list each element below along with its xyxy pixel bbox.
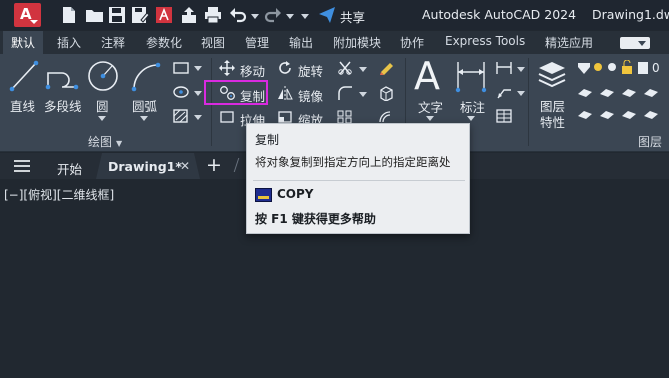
array-icon[interactable]	[337, 110, 353, 124]
layer-state-icons[interactable]	[576, 60, 658, 76]
hatch-dropdown-icon[interactable]	[194, 91, 202, 96]
open-icon[interactable]	[85, 6, 105, 24]
leader-icon[interactable]	[495, 84, 513, 100]
mirror-label[interactable]: 镜像	[298, 86, 323, 105]
tab-default[interactable]: 默认	[3, 31, 44, 54]
offset-icon[interactable]	[378, 110, 396, 124]
redo-icon[interactable]	[264, 6, 282, 24]
fillet-dropdown-icon[interactable]	[359, 92, 367, 97]
tab-output[interactable]: 输出	[289, 34, 313, 51]
table-icon[interactable]	[495, 108, 513, 124]
tab-addins[interactable]: 附加模块	[333, 34, 381, 51]
viewport-controls[interactable]: [−][俯视][二维线框]	[4, 186, 114, 203]
tab-view[interactable]: 视图	[201, 34, 225, 51]
fillet-icon[interactable]	[337, 85, 353, 101]
customize-toolbar-icon[interactable]	[301, 14, 309, 19]
layers-panel-title[interactable]: 图层	[638, 133, 662, 150]
panel-divider	[528, 58, 529, 146]
tooltip-help: 按 F1 键获得更多帮助	[255, 212, 376, 226]
tooltip-command: COPY	[277, 187, 314, 201]
tab-collaborate[interactable]: 协作	[400, 34, 424, 51]
tab-parametric[interactable]: 参数化	[146, 34, 182, 51]
ribbon-options-icon	[638, 41, 646, 46]
dimension-icon[interactable]	[454, 58, 488, 94]
line-label[interactable]: 直线	[10, 96, 35, 115]
new-icon[interactable]	[60, 6, 78, 24]
open-web-icon[interactable]	[155, 6, 173, 24]
dimension-label[interactable]: 标注	[460, 97, 485, 116]
layer-tools-row-1[interactable]	[576, 86, 668, 100]
save-as-icon[interactable]	[131, 6, 149, 24]
rectangle-dropdown-icon[interactable]	[194, 66, 202, 71]
redo-dropdown-icon[interactable]	[286, 14, 294, 19]
polyline-label[interactable]: 多段线	[44, 96, 82, 115]
arc-dropdown-icon[interactable]	[140, 116, 148, 121]
text-label[interactable]: 文字	[418, 97, 443, 116]
erase-icon[interactable]	[378, 60, 396, 76]
move-label[interactable]: 移动	[240, 61, 265, 80]
polyline-icon[interactable]	[44, 59, 84, 93]
tooltip-title: 复制	[255, 133, 280, 147]
scale-icon[interactable]	[277, 110, 293, 124]
draw-panel-title[interactable]: 绘图 ▼	[88, 133, 122, 150]
upload-icon[interactable]	[180, 6, 198, 24]
close-tab-icon[interactable]: ✕	[180, 159, 190, 173]
layer-properties-label-2[interactable]: 特性	[540, 112, 565, 131]
share-button[interactable]: 共享	[340, 7, 365, 26]
start-tab[interactable]: 开始	[57, 159, 82, 178]
linear-dim-icon[interactable]	[495, 60, 513, 76]
arc-label[interactable]: 圆弧	[132, 96, 157, 115]
circle-icon[interactable]	[85, 58, 121, 94]
hamburger-menu-icon[interactable]	[13, 158, 31, 174]
tab-featured-apps[interactable]: 精选应用	[545, 34, 593, 51]
new-tab-button[interactable]: +	[206, 154, 222, 176]
explode-icon[interactable]	[378, 85, 396, 101]
tab-insert[interactable]: 插入	[57, 34, 81, 51]
circle-dropdown-icon[interactable]	[98, 116, 106, 121]
gradient-dropdown-icon[interactable]	[194, 115, 202, 120]
tooltip-description: 将对象复制到指定方向上的指定距离处	[255, 155, 451, 169]
current-layer-value[interactable]: 0	[652, 61, 660, 75]
app-menu-button[interactable]: A	[14, 3, 41, 27]
layer-tools-row-2[interactable]	[576, 108, 668, 122]
move-icon[interactable]	[219, 60, 235, 76]
rectangle-icon[interactable]	[172, 60, 190, 76]
text-icon[interactable]: A	[414, 54, 440, 98]
undo-dropdown-icon[interactable]	[251, 14, 259, 19]
window-title: Autodesk AutoCAD 2024 Drawing1.dwg	[422, 7, 669, 22]
undo-icon[interactable]	[229, 6, 247, 24]
mirror-icon[interactable]	[277, 85, 293, 101]
circle-label[interactable]: 圆	[96, 96, 109, 115]
plot-icon[interactable]	[204, 6, 222, 24]
drawing-tab-label: Drawing1*	[108, 159, 182, 174]
line-icon[interactable]	[8, 59, 40, 93]
tooltip-divider	[253, 180, 465, 181]
tab-express-tools[interactable]: Express Tools	[445, 34, 525, 48]
copy-tooltip: 复制 将对象复制到指定方向上的指定距离处 COPY 按 F1 键获得更多帮助	[246, 123, 470, 234]
share-icon[interactable]	[318, 6, 336, 24]
layer-properties-icon[interactable]	[537, 60, 567, 92]
hatch-icon[interactable]	[172, 84, 190, 100]
linear-dim-dropdown-icon[interactable]	[517, 67, 525, 72]
tab-manage[interactable]: 管理	[245, 34, 269, 51]
copy-highlight-box	[204, 80, 268, 105]
trim-icon[interactable]	[337, 60, 353, 76]
tab-annotate[interactable]: 注释	[101, 34, 125, 51]
rotate-label[interactable]: 旋转	[298, 61, 323, 80]
text-dropdown-icon[interactable]	[426, 116, 434, 121]
leader-dropdown-icon[interactable]	[517, 91, 525, 96]
gradient-icon[interactable]	[172, 108, 190, 124]
save-icon[interactable]	[108, 6, 126, 24]
trim-dropdown-icon[interactable]	[359, 67, 367, 72]
arc-icon[interactable]	[129, 59, 163, 93]
command-line-icon	[255, 188, 272, 202]
stretch-icon[interactable]	[219, 110, 237, 124]
dimension-dropdown-icon[interactable]	[467, 116, 475, 121]
rotate-icon[interactable]	[277, 60, 293, 76]
